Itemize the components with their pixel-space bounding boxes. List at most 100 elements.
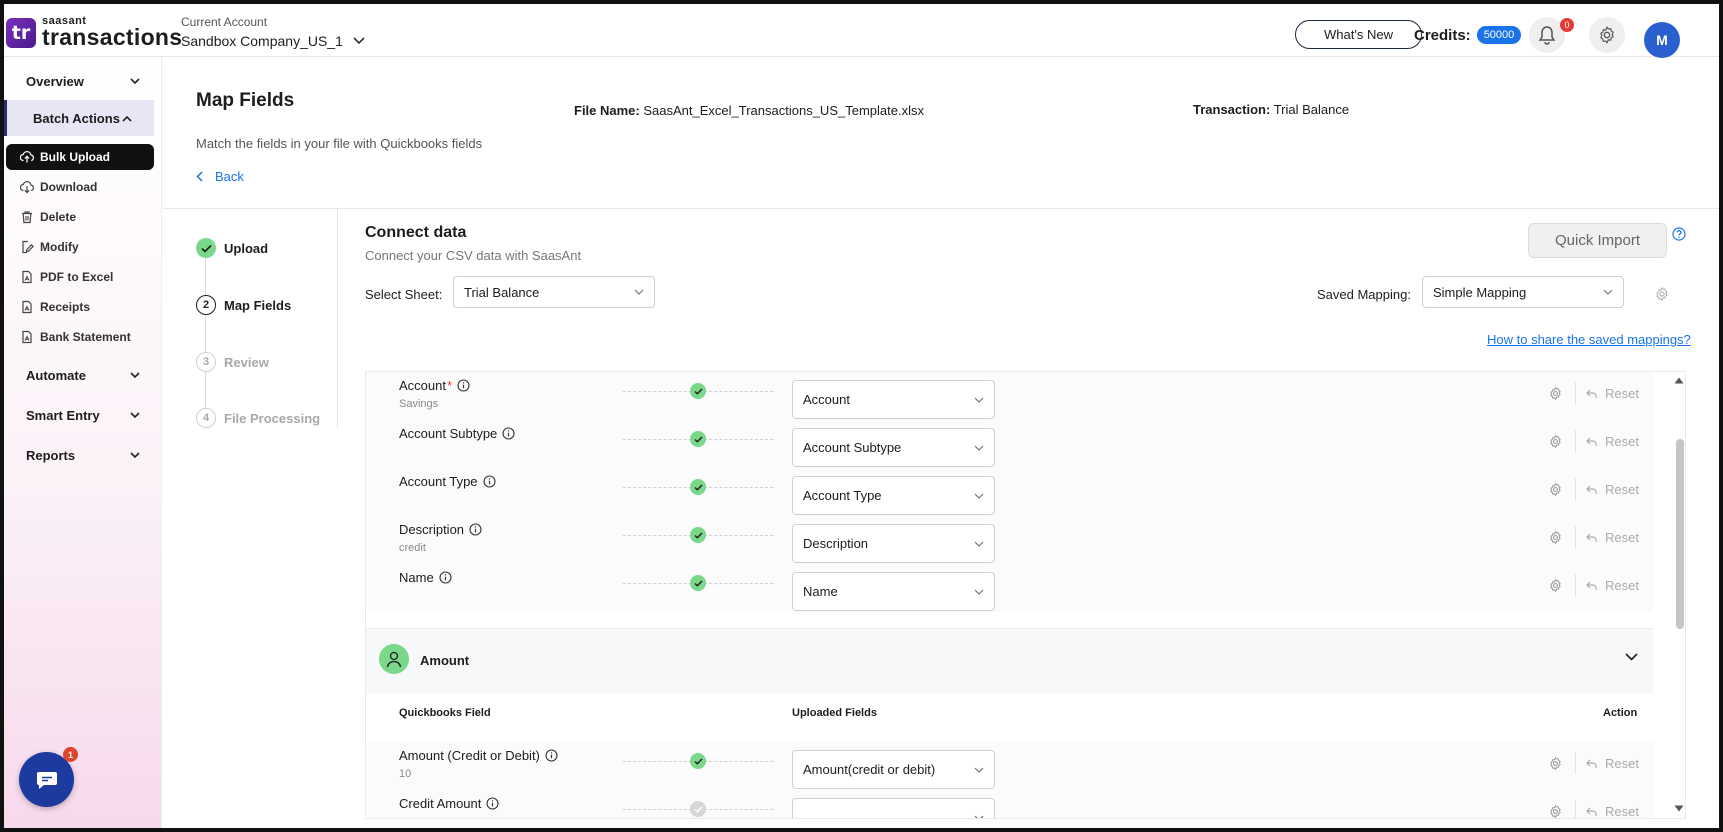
reset-button[interactable]: Reset — [1586, 756, 1639, 771]
reset-button[interactable]: Reset — [1586, 578, 1639, 593]
mapped-field-value: Name — [803, 584, 838, 599]
account-switcher[interactable]: Current Account Sandbox Company_US_1 — [181, 15, 365, 49]
field-settings-icon[interactable] — [1548, 804, 1563, 819]
reset-button[interactable]: Reset — [1586, 482, 1639, 497]
amount-section-header[interactable]: Amount — [366, 628, 1653, 694]
field-settings-icon[interactable] — [1548, 482, 1563, 497]
settings-button[interactable] — [1589, 17, 1625, 53]
step-label: Review — [224, 354, 269, 370]
transaction-value: Trial Balance — [1273, 102, 1350, 117]
field-name: Amount (Credit or Debit) — [399, 748, 558, 763]
connect-data-title: Connect data — [365, 224, 467, 241]
mapped-field-dropdown[interactable]: Amount(credit or debit) — [792, 750, 995, 789]
mapping-row-amount-credit-or-debit: Amount (Credit or Debit) 10 Amount(credi… — [366, 742, 1653, 790]
check-icon — [690, 575, 706, 591]
chevron-down-icon — [974, 397, 984, 403]
bank-statement-icon — [22, 330, 32, 344]
logo-mark: tr — [6, 17, 36, 48]
scroll-up-arrow-icon[interactable] — [1674, 377, 1684, 384]
field-label: Account — [399, 378, 446, 393]
stepper-divider — [337, 209, 338, 429]
reset-button[interactable]: Reset — [1586, 386, 1639, 401]
mapping-scrollbar[interactable] — [1672, 371, 1686, 819]
reset-button[interactable]: Reset — [1586, 530, 1639, 545]
mapped-field-dropdown[interactable] — [792, 798, 995, 818]
required-marker: * — [446, 378, 453, 393]
whats-new-button[interactable]: What's New — [1295, 20, 1422, 49]
info-icon[interactable] — [502, 427, 515, 440]
action-separator — [1575, 430, 1576, 452]
bell-icon — [1538, 26, 1556, 45]
mapped-field-dropdown[interactable]: Account — [792, 380, 995, 419]
step-label: File Processing — [224, 410, 321, 426]
field-settings-icon[interactable] — [1548, 386, 1563, 401]
sidebar-item-delete[interactable]: Delete — [6, 204, 154, 230]
sidebar-section-automate[interactable]: Automate — [4, 357, 162, 393]
info-icon[interactable] — [439, 571, 452, 584]
back-link[interactable]: Back — [196, 169, 244, 184]
sidebar-section-smart-entry[interactable]: Smart Entry — [4, 397, 162, 433]
check-icon — [690, 383, 706, 399]
user-avatar[interactable]: M — [1644, 22, 1680, 58]
mapping-panel: Account * Savings Account Reset Account S… — [365, 371, 1686, 819]
sidebar-item-label: Bank Statement — [40, 330, 131, 344]
scroll-down-arrow-icon[interactable] — [1674, 805, 1684, 812]
sidebar-item-pdf-to-excel[interactable]: PDF to Excel — [6, 264, 154, 290]
app-logo[interactable]: tr saasant transactions — [6, 16, 182, 49]
field-label: Credit Amount — [399, 796, 482, 811]
sidebar-item-bank-statement[interactable]: Bank Statement — [6, 324, 154, 350]
info-icon[interactable] — [482, 475, 496, 488]
chevron-down-icon — [1603, 289, 1613, 295]
scroll-thumb[interactable] — [1676, 439, 1684, 629]
chevron-down-icon — [974, 493, 984, 499]
reset-label: Reset — [1605, 386, 1639, 401]
select-sheet-dropdown[interactable]: Trial Balance — [453, 276, 655, 308]
chevron-down-icon — [974, 589, 984, 595]
field-settings-icon[interactable] — [1548, 578, 1563, 593]
column-header-uploaded-fields: Uploaded Fields — [792, 707, 877, 719]
reset-label: Reset — [1605, 434, 1639, 449]
chevron-down-icon — [974, 767, 984, 773]
chevron-down-icon — [130, 77, 140, 84]
mapping-row-name: Name Name Reset — [366, 564, 1653, 612]
mapped-field-dropdown[interactable]: Description — [792, 524, 995, 563]
field-settings-icon[interactable] — [1548, 530, 1563, 545]
share-mappings-link[interactable]: How to share the saved mappings? — [1487, 332, 1691, 347]
step-label: Upload — [224, 240, 269, 256]
sidebar-item-bulk-upload[interactable]: Bulk Upload — [6, 144, 154, 170]
field-settings-icon[interactable] — [1548, 756, 1563, 771]
sidebar-item-receipts[interactable]: Receipts — [6, 294, 154, 320]
quick-import-button[interactable]: Quick Import — [1528, 223, 1667, 258]
info-icon[interactable] — [457, 379, 470, 392]
sidebar-section-label: Smart Entry — [26, 407, 100, 423]
saved-mapping-dropdown[interactable]: Simple Mapping — [1422, 276, 1624, 308]
field-label: Amount (Credit or Debit) — [399, 748, 540, 763]
chevron-up-icon — [122, 115, 132, 122]
mapping-settings-icon[interactable] — [1654, 286, 1670, 302]
sidebar-section-label: Reports — [26, 447, 76, 463]
field-name: Description — [399, 522, 482, 537]
info-icon[interactable] — [545, 749, 558, 762]
sidebar-item-download[interactable]: Download — [6, 174, 154, 200]
column-header-quickbooks-field: Quickbooks Field — [399, 707, 491, 719]
undo-icon — [1586, 485, 1597, 494]
info-icon[interactable] — [486, 797, 499, 810]
field-settings-icon[interactable] — [1548, 434, 1563, 449]
mapped-field-dropdown[interactable]: Account Type — [792, 476, 995, 515]
info-icon[interactable] — [469, 523, 482, 536]
sidebar-section-overview[interactable]: Overview — [4, 63, 162, 99]
sidebar-section-batch-actions[interactable]: Batch Actions — [4, 100, 154, 136]
reset-button[interactable]: Reset — [1586, 804, 1639, 818]
mapping-row-account-type: Account Type Account Type Reset — [366, 468, 1653, 516]
reset-button[interactable]: Reset — [1586, 434, 1639, 449]
check-icon — [196, 238, 216, 258]
undo-icon — [1586, 581, 1597, 590]
help-icon[interactable] — [1672, 227, 1686, 241]
mapped-field-dropdown[interactable]: Name — [792, 572, 995, 611]
saved-mapping-label: Saved Mapping: — [1317, 287, 1411, 302]
step-label: Map Fields — [224, 297, 292, 313]
chevron-down-icon[interactable] — [1625, 653, 1638, 661]
mapped-field-dropdown[interactable]: Account Subtype — [792, 428, 995, 467]
sidebar-section-reports[interactable]: Reports — [4, 437, 162, 473]
sidebar-item-modify[interactable]: Modify — [6, 234, 154, 260]
